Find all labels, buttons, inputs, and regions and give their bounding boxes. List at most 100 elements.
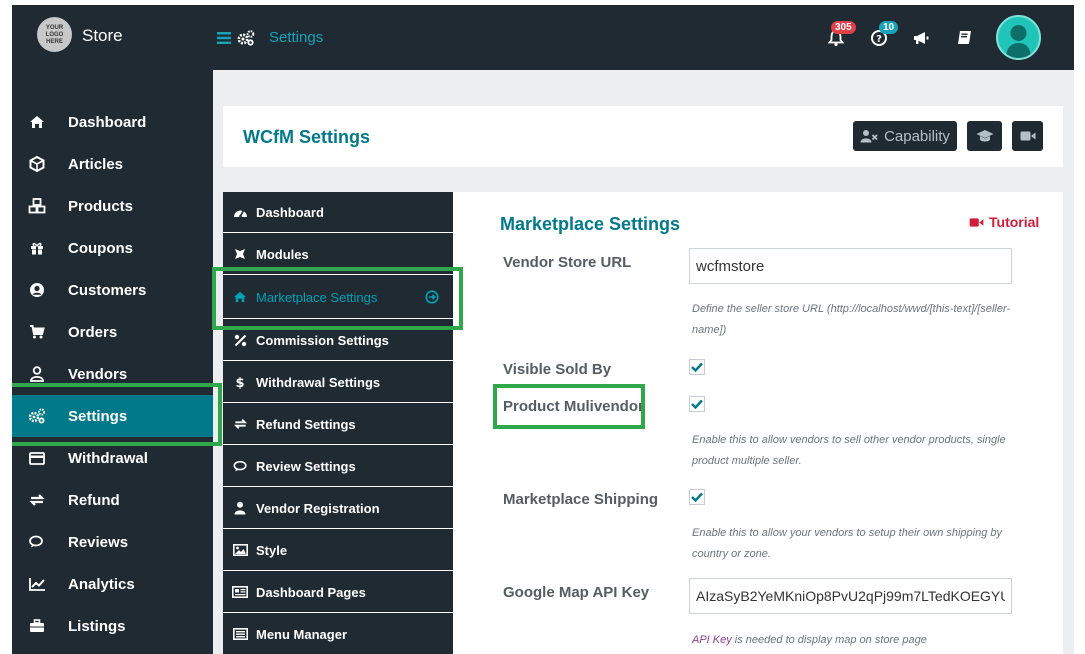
- capability-button[interactable]: Capability: [853, 121, 957, 151]
- comments-icon: [28, 533, 46, 551]
- briefcase-icon: [28, 617, 46, 635]
- sidebar-item-reviews[interactable]: Reviews: [12, 521, 213, 563]
- api-key-link[interactable]: API Key: [692, 634, 732, 646]
- check-icon: [691, 399, 703, 409]
- store-url-input[interactable]: [689, 248, 1012, 284]
- dashboard-icon: [232, 204, 248, 220]
- academy-button[interactable]: [967, 121, 1002, 151]
- arrow-circle-right-icon: [425, 290, 439, 304]
- user-icon: [28, 365, 46, 383]
- check-icon: [691, 492, 703, 502]
- user-avatar[interactable]: [996, 15, 1041, 60]
- sidebar-item-coupons[interactable]: Coupons: [12, 227, 213, 269]
- top-bar: YOUR LOGO HERE Store Settings 305 ? 10: [12, 5, 1074, 70]
- newspaper-icon: [232, 584, 248, 600]
- marketplace-shipping-checkbox[interactable]: [689, 489, 705, 505]
- google-map-key-description: API Key is needed to display map on stor…: [692, 630, 1032, 651]
- sidebar-item-orders[interactable]: Orders: [12, 311, 213, 353]
- sidebar-item-products[interactable]: Products: [12, 185, 213, 227]
- modules-icon: [232, 246, 248, 262]
- help-badge[interactable]: 10: [879, 21, 899, 34]
- check-icon: [691, 362, 703, 372]
- submenu-item-commission-settings[interactable]: Commission Settings: [223, 320, 453, 361]
- sidebar-item-label: Dashboard: [68, 113, 147, 131]
- submenu-item-label: Style: [256, 542, 288, 558]
- submenu-item-label: Menu Manager: [256, 626, 348, 642]
- marketplace-shipping-description: Enable this to allow your vendors to set…: [692, 527, 1003, 560]
- submenu-item-label: Dashboard Pages: [256, 584, 366, 600]
- sidebar-item-label: Orders: [68, 323, 118, 341]
- user-times-icon: [860, 130, 878, 143]
- menu-toggle-icon[interactable]: [217, 31, 231, 44]
- submenu-item-modules[interactable]: Modules: [223, 234, 453, 275]
- submenu-item-label: Marketplace Settings: [256, 289, 378, 305]
- product-multivendor-checkbox[interactable]: [689, 396, 705, 412]
- google-map-key-input[interactable]: [689, 578, 1012, 614]
- submenu-item-marketplace-settings[interactable]: Marketplace Settings: [223, 276, 453, 319]
- sidebar-item-label: Articles: [68, 155, 124, 173]
- svg-text:?: ?: [876, 34, 882, 45]
- line-chart-icon: [28, 575, 46, 593]
- comment-icon: [232, 458, 248, 474]
- sidebar-item-customers[interactable]: Customers: [12, 269, 213, 311]
- user-icon: [232, 500, 248, 516]
- notification-badge[interactable]: 305: [831, 21, 856, 34]
- sidebar-item-label: Vendors: [68, 365, 128, 383]
- percent-icon: [232, 332, 248, 348]
- capability-label: Capability: [884, 127, 950, 145]
- cart-icon: [28, 323, 46, 341]
- sidebar-item-settings[interactable]: Settings: [12, 395, 213, 437]
- submenu-item-dashboard-pages[interactable]: Dashboard Pages: [223, 572, 453, 613]
- sidebar-item-label: Products: [68, 197, 134, 215]
- submenu-item-refund-settings[interactable]: Refund Settings: [223, 404, 453, 445]
- sidebar-item-label: Settings: [68, 407, 128, 425]
- settings-header: WCfM Settings Capability: [223, 106, 1063, 167]
- cubes-icon: [28, 197, 46, 215]
- submenu-item-label: Review Settings: [256, 458, 356, 474]
- sidebar-item-vendors[interactable]: Vendors: [12, 353, 213, 395]
- book-icon[interactable]: [956, 29, 974, 47]
- submenu-item-label: Vendor Registration: [256, 500, 380, 516]
- submenu-item-style[interactable]: Style: [223, 530, 453, 571]
- google-map-key-description-text: is needed to display map on store page: [731, 634, 927, 646]
- sidebar-item-refund[interactable]: Refund: [12, 479, 213, 521]
- sidebar-item-label: Listings: [68, 617, 126, 635]
- sidebar-item-articles[interactable]: Articles: [12, 143, 213, 185]
- video-camera-icon: [1020, 131, 1035, 141]
- home-icon: [28, 113, 46, 131]
- store-logo[interactable]: YOUR LOGO HERE: [37, 17, 72, 52]
- submenu-item-label: Withdrawal Settings: [256, 374, 381, 390]
- store-name[interactable]: Store: [82, 26, 123, 46]
- video-button[interactable]: [1012, 121, 1043, 151]
- submenu-item-dashboard[interactable]: Dashboard: [223, 192, 453, 233]
- sidebar-item-analytics[interactable]: Analytics: [12, 563, 213, 605]
- sidebar-item-label: Analytics: [68, 575, 135, 593]
- sidebar-item-listings[interactable]: Listings: [12, 605, 213, 647]
- cogs-icon: [28, 407, 46, 425]
- sidebar-item-withdrawal[interactable]: Withdrawal: [12, 437, 213, 479]
- sidebar-item-label: Withdrawal: [68, 449, 148, 467]
- app-frame: YOUR LOGO HERE Store Settings 305 ? 10 D…: [12, 5, 1074, 654]
- store-url-label: Vendor Store URL: [503, 254, 632, 271]
- submenu-item-review-settings[interactable]: Review Settings: [223, 446, 453, 487]
- cube-icon: [28, 155, 46, 173]
- list-icon: [232, 626, 248, 642]
- megaphone-icon[interactable]: [912, 29, 930, 47]
- cogs-icon: [237, 29, 255, 46]
- submenu-item-vendor-registration[interactable]: Vendor Registration: [223, 488, 453, 529]
- credit-card-icon: [28, 449, 46, 467]
- product-multivendor-label: Product Mulivendor: [503, 398, 644, 415]
- main-sidebar: Dashboard Articles Products Coupons Cust…: [12, 70, 213, 654]
- user-circle-icon: [28, 281, 46, 299]
- visible-sold-by-checkbox[interactable]: [689, 359, 705, 375]
- submenu-item-withdrawal-settings[interactable]: $ Withdrawal Settings: [223, 362, 453, 403]
- sidebar-item-label: Reviews: [68, 533, 129, 551]
- tutorial-link[interactable]: Tutorial: [969, 214, 1039, 230]
- sidebar-item-dashboard[interactable]: Dashboard: [12, 101, 213, 143]
- submenu-item-menu-manager[interactable]: Menu Manager: [223, 614, 453, 654]
- exchange-icon: [28, 491, 46, 509]
- submenu-item-label: Refund Settings: [256, 416, 356, 432]
- submenu-item-label: Commission Settings: [256, 332, 389, 348]
- exchange-icon: [232, 416, 248, 432]
- section-title: Marketplace Settings: [500, 214, 681, 234]
